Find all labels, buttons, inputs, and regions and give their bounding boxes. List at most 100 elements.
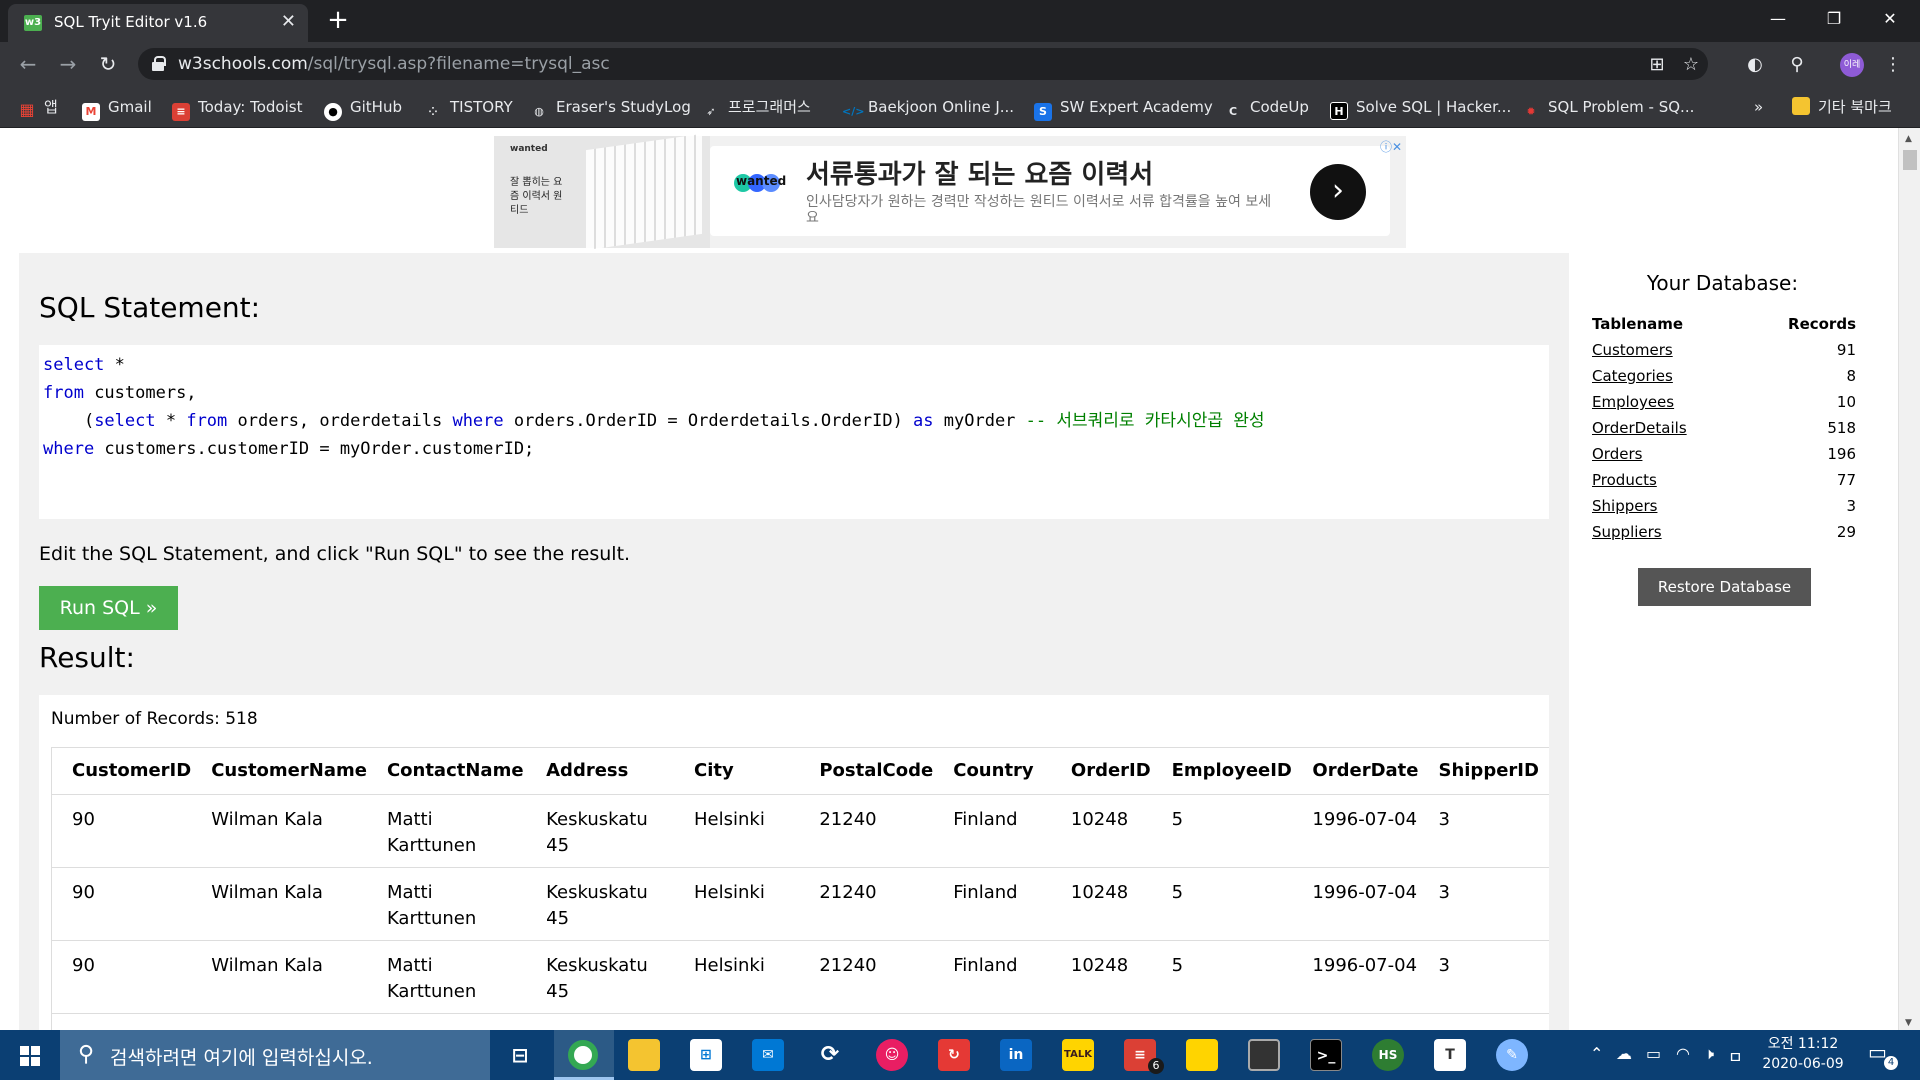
table-link-shippers[interactable]: Shippers — [1592, 497, 1657, 515]
file-explorer-icon[interactable] — [628, 1039, 660, 1071]
search-extension-icon[interactable]: ⚲ — [1786, 54, 1808, 76]
kakaotalk-icon[interactable]: TALK — [1062, 1039, 1094, 1071]
bookmark-other-folder[interactable]: 기타 북마크 — [1792, 96, 1892, 118]
search-placeholder: 검색하려면 여기에 입력하십시오. — [110, 1047, 373, 1069]
back-button[interactable]: ← — [16, 52, 40, 76]
restore-window-button[interactable]: ❐ — [1806, 0, 1862, 40]
sql-keyword: from — [43, 383, 84, 403]
start-button[interactable] — [0, 1030, 60, 1080]
sql-keyword: from — [186, 411, 228, 431]
tray-overflow-icon[interactable]: ⌃ — [1590, 1044, 1603, 1063]
apps-grid-icon: ▦ — [19, 100, 35, 119]
bookmark-codeup[interactable]: C CodeUp — [1224, 96, 1309, 118]
battery-icon[interactable]: ▭ — [1646, 1044, 1661, 1063]
extension-icon[interactable]: ◐ — [1744, 54, 1766, 76]
table-header-row: CustomerID CustomerName ContactName Addr… — [52, 748, 1549, 795]
translate-icon[interactable]: ⊞ — [1646, 54, 1668, 76]
taskbar-search-box[interactable]: ⚲ 검색하려면 여기에 입력하십시오. — [60, 1030, 490, 1080]
microsoft-store-icon[interactable]: ⊞ — [690, 1039, 722, 1071]
sync-app-icon[interactable]: ⟳ — [814, 1039, 846, 1071]
scroll-down-icon[interactable]: ▼ — [1905, 1018, 1912, 1028]
table-cell: 3 — [1428, 867, 1549, 941]
table-link-orders[interactable]: Orders — [1592, 445, 1642, 463]
bookmark-gmail[interactable]: M Gmail — [82, 96, 152, 121]
column-header: EmployeeID — [1161, 748, 1303, 795]
typora-icon[interactable]: T — [1434, 1039, 1466, 1071]
terminal-window-icon[interactable] — [1248, 1039, 1280, 1071]
browser-tab[interactable]: w3 SQL Tryit Editor v1.6 ✕ — [8, 4, 308, 42]
ad-image: wanted 잘 뽑히는 요즘 이력서 원티드 — [494, 133, 710, 251]
task-view-icon[interactable]: ⊟ — [504, 1039, 536, 1071]
adchoices-close-icon[interactable]: ⓘ✕ — [1380, 138, 1402, 155]
sticky-notes-icon[interactable] — [1186, 1039, 1218, 1071]
menu-kebab-icon[interactable]: ⋮ — [1882, 54, 1904, 76]
profile-avatar[interactable]: 이레 — [1840, 53, 1864, 77]
sql-code[interactable]: select * from customers, (select * from … — [43, 351, 1265, 463]
bookmark-sql-problem[interactable]: ✹ SQL Problem - SQ... — [1522, 96, 1694, 118]
bookmark-baekjoon[interactable]: </> Baekjoon Online J... — [842, 96, 1014, 118]
sql-text: * — [155, 411, 187, 431]
bookmark-apps[interactable]: ▦ 앱 — [18, 96, 57, 119]
column-header: OrderID — [1060, 748, 1162, 795]
table-cell: Helsinki — [684, 867, 810, 941]
refresh-app-icon[interactable]: ↻ — [938, 1039, 970, 1071]
page-scrollbar[interactable]: ▲ ▼ — [1898, 128, 1920, 1030]
bookmark-sw-expert-academy[interactable]: S SW Expert Academy — [1034, 96, 1213, 121]
column-header: City — [684, 748, 810, 795]
sql-editor[interactable]: select * from customers, (select * from … — [39, 345, 1549, 519]
run-sql-button[interactable]: Run SQL » — [39, 586, 178, 630]
onedrive-icon[interactable]: ☁ — [1616, 1044, 1632, 1063]
command-prompt-icon[interactable]: >_ — [1310, 1039, 1342, 1071]
hs-app-icon[interactable]: HS — [1372, 1039, 1404, 1071]
bookmark-programmers[interactable]: ➶ 프로그래머스 — [702, 96, 810, 118]
reload-button[interactable]: ↻ — [96, 52, 120, 76]
table-link-orderdetails[interactable]: OrderDetails — [1592, 419, 1687, 437]
result-table-container[interactable]: CustomerID CustomerName ContactName Addr… — [51, 747, 1549, 1030]
table-cell: Finland — [943, 794, 1061, 868]
paint-icon[interactable]: ✎ — [1496, 1039, 1528, 1071]
minimize-window-button[interactable]: — — [1750, 0, 1806, 40]
codeup-icon: C — [1228, 105, 1238, 118]
bookmark-github[interactable]: ● GitHub — [324, 96, 402, 121]
restore-database-button[interactable]: Restore Database — [1638, 568, 1811, 606]
table-cell: 10248 — [1060, 794, 1162, 868]
table-cell: Matti Karttunen — [376, 940, 537, 1014]
ad-arrow-button[interactable]: › — [1310, 164, 1366, 220]
bookmark-hackerrank[interactable]: H Solve SQL | Hacker... — [1330, 96, 1511, 120]
scrollbar-thumb[interactable] — [1903, 150, 1917, 170]
bookmark-eraser-studylog[interactable]: ◍ Eraser's StudyLog — [530, 96, 691, 118]
close-tab-icon[interactable]: ✕ — [281, 12, 296, 32]
chrome-icon[interactable] — [568, 1040, 598, 1070]
table-link-employees[interactable]: Employees — [1592, 393, 1674, 411]
ad-card[interactable]: wanted 서류통과가 잘 되는 요즘 이력서 인사담당자가 원하는 경력만 … — [710, 146, 1390, 236]
bookmark-tistory[interactable]: ⁘ TISTORY — [424, 96, 512, 118]
mail-icon[interactable]: ✉ — [752, 1039, 784, 1071]
column-header: Country — [943, 748, 1061, 795]
ad-banner[interactable]: wanted 잘 뽑히는 요즘 이력서 원티드 wanted 서류통과가 잘 되… — [494, 133, 1406, 251]
sql-keyword: as — [913, 411, 934, 431]
bookmark-todoist[interactable]: ≡ Today: Todoist — [172, 96, 302, 121]
table-link-customers[interactable]: Customers — [1592, 341, 1673, 359]
sql-text: orders.OrderID = Orderdetails.OrderID) — [503, 411, 914, 431]
new-tab-button[interactable]: + — [324, 6, 352, 34]
table-row: 90 Wilman Kala Matti Karttunen Keskuskat… — [52, 867, 1549, 941]
table-cell: Helsinki — [684, 940, 810, 1014]
taskbar-clock[interactable]: 오전 11:12 2020-06-09 — [1758, 1034, 1848, 1074]
volume-icon[interactable]: 🕨 — [1704, 1044, 1714, 1064]
address-bar[interactable]: w3schools.com/sql/trysql.asp?filename=tr… — [138, 48, 1708, 80]
chat-app-icon[interactable]: ☺ — [876, 1039, 908, 1071]
wifi-icon[interactable]: ◠ — [1676, 1044, 1690, 1063]
table-cell: 90 — [52, 867, 202, 941]
close-window-button[interactable]: ✕ — [1862, 0, 1918, 40]
table-link-suppliers[interactable]: Suppliers — [1592, 523, 1662, 541]
table-record-count: 91 — [1836, 341, 1856, 359]
forward-button[interactable]: → — [56, 52, 80, 76]
bookmarks-overflow-button[interactable]: » — [1754, 96, 1763, 118]
table-link-categories[interactable]: Categories — [1592, 367, 1673, 385]
scroll-up-icon[interactable]: ▲ — [1905, 134, 1912, 144]
bookmark-star-icon[interactable]: ☆ — [1680, 54, 1702, 76]
input-language[interactable]: ㅁ — [1728, 1044, 1743, 1068]
linkedin-icon[interactable]: in — [1000, 1039, 1032, 1071]
result-area: Number of Records: 518 CustomerID Custom… — [39, 695, 1549, 1030]
table-link-products[interactable]: Products — [1592, 471, 1657, 489]
